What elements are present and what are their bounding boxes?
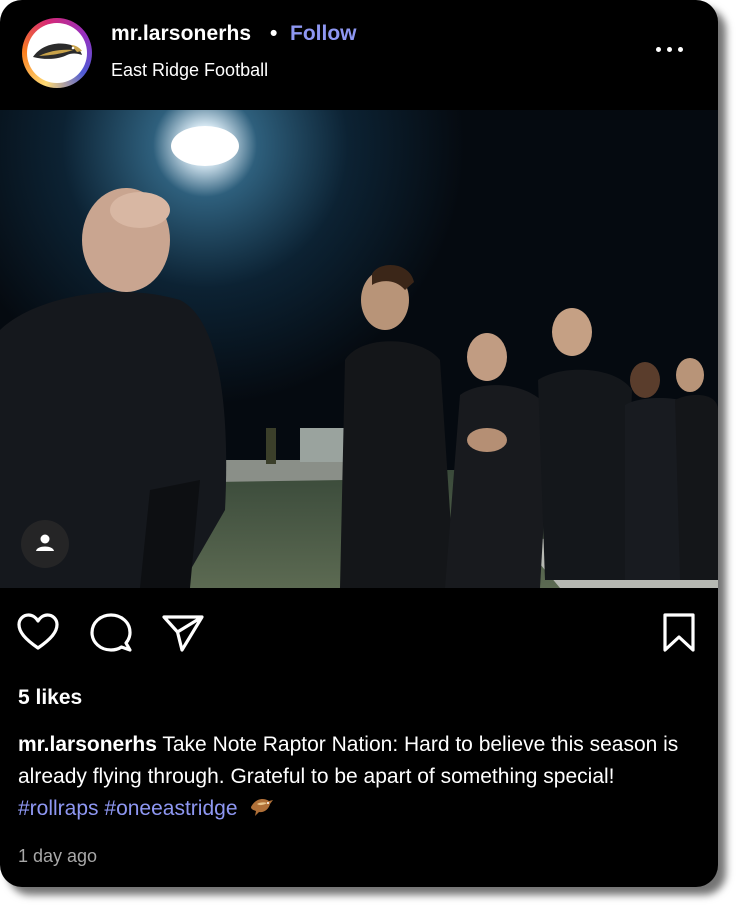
more-horizontal-icon xyxy=(656,47,661,52)
post-location[interactable]: East Ridge Football xyxy=(111,60,268,81)
person-tag-icon xyxy=(36,534,54,551)
username[interactable]: mr.larsonerhs xyxy=(111,22,251,46)
eagle-emoji-icon xyxy=(249,795,275,829)
send-icon xyxy=(162,615,204,652)
comment-icon xyxy=(90,613,132,652)
heart-icon xyxy=(17,613,59,650)
story-ring[interactable] xyxy=(22,18,92,88)
hashtag-rollraps[interactable]: #rollraps xyxy=(18,797,99,820)
bookmark-icon xyxy=(663,613,695,652)
hashtag-oneeastridge[interactable]: #oneeastridge xyxy=(104,797,237,820)
separator-dot: • xyxy=(270,22,278,45)
share-button[interactable] xyxy=(160,610,206,656)
avatar[interactable] xyxy=(27,23,87,83)
football-team-photo xyxy=(0,110,718,588)
post-caption: mr.larsonerhs Take Note Raptor Nation: H… xyxy=(18,729,698,829)
raptor-logo-icon xyxy=(33,43,82,59)
post-card: mr.larsonerhs • Follow East Ridge Footba… xyxy=(0,0,718,887)
save-button[interactable] xyxy=(656,610,702,656)
tag-people-button[interactable] xyxy=(21,520,69,568)
caption-username[interactable]: mr.larsonerhs xyxy=(18,733,157,756)
comment-button[interactable] xyxy=(88,610,134,656)
post-photo[interactable] xyxy=(0,110,718,588)
post-timestamp: 1 day ago xyxy=(18,846,98,866)
likes-count[interactable]: 5 likes xyxy=(18,686,82,710)
more-options-button[interactable] xyxy=(654,40,686,60)
post-header: mr.larsonerhs • Follow East Ridge Footba… xyxy=(0,0,718,110)
like-button[interactable] xyxy=(15,610,61,656)
follow-button[interactable]: Follow xyxy=(290,22,357,46)
action-bar xyxy=(0,600,718,664)
